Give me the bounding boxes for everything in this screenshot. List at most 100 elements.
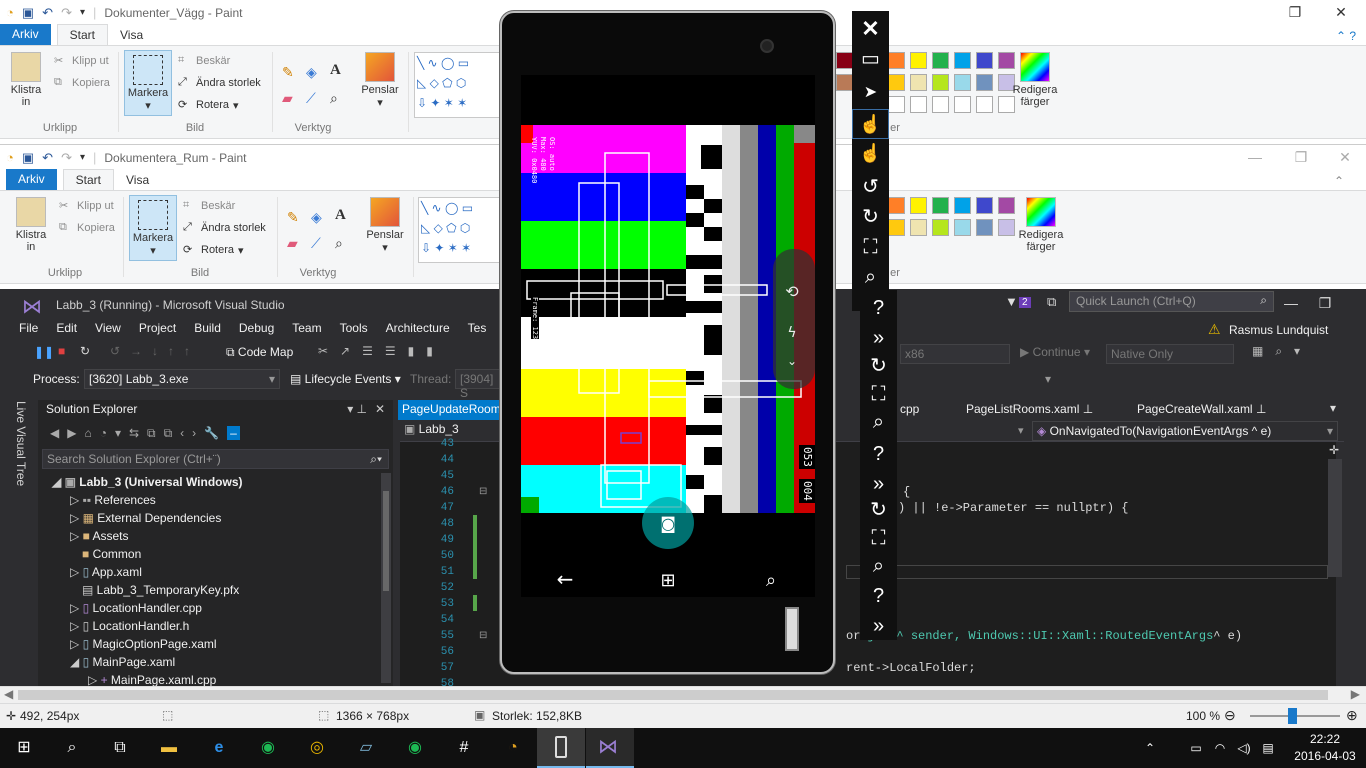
lifecycle-events-button[interactable]: ▤ Lifecycle Events ▾: [290, 372, 401, 386]
fill-icon[interactable]: ◈: [306, 64, 317, 81]
menu-file[interactable]: File: [10, 318, 47, 340]
color-palette[interactable]: [888, 197, 1028, 263]
notification-badge[interactable]: 2: [1019, 297, 1031, 308]
tree-item-app-xaml[interactable]: ▷ ▯ App.xaml: [38, 565, 379, 583]
paste-button[interactable]: Klistra in: [4, 52, 48, 108]
slack-icon[interactable]: #: [452, 736, 476, 760]
tree-item-location-h[interactable]: ▷ ▯ LocationHandler.h: [38, 619, 379, 637]
spotify-2-icon[interactable]: ◉: [403, 736, 427, 760]
magnifier-icon[interactable]: ⌕: [335, 235, 343, 252]
quick-launch-box[interactable]: Quick Launch (Ctrl+Q) ⌕: [1069, 291, 1274, 312]
restore-button[interactable]: ❐: [1272, 0, 1318, 25]
picker-icon[interactable]: ⟋: [311, 235, 321, 252]
tab-visa[interactable]: Visa: [114, 170, 161, 190]
phone-side-button[interactable]: [785, 607, 799, 651]
vs-restore-button[interactable]: ❐: [1302, 291, 1348, 316]
doc-tab-cpp[interactable]: cpp: [900, 402, 919, 416]
battery-icon[interactable]: ▭: [1184, 736, 1208, 760]
paste-button[interactable]: Klistra in: [9, 197, 53, 253]
brushes-button[interactable]: Penslar ▾: [361, 197, 409, 254]
visual-studio-taskbar-button[interactable]: ⋈: [586, 728, 634, 768]
rotate-right-icon[interactable]: ↻: [852, 203, 889, 231]
menu-project[interactable]: Project: [130, 318, 185, 340]
continue-button[interactable]: ▶ Continue ▾: [1020, 345, 1090, 359]
minimize-button[interactable]: —: [1232, 145, 1278, 170]
pin-icon[interactable]: ▾ ⊥: [347, 402, 367, 416]
menu-architecture[interactable]: Architecture: [377, 318, 459, 340]
back-button[interactable]: [535, 561, 595, 597]
cut-button[interactable]: ✂ Klipp ut: [54, 54, 109, 68]
text-icon[interactable]: A: [335, 207, 346, 224]
nav-project-dropdown[interactable]: ▣ Labb_3: [404, 422, 459, 436]
tab-visa[interactable]: Visa: [108, 25, 155, 45]
save-icon[interactable]: ▣: [22, 5, 34, 21]
restore-button[interactable]: ❐: [1278, 145, 1324, 170]
process-dropdown[interactable]: [3620] Labb_3.exe ▾: [84, 369, 280, 389]
zoom-out-button[interactable]: ⊖: [1224, 707, 1236, 724]
copy-button[interactable]: ⧉ Kopiera: [54, 76, 110, 90]
menu-test[interactable]: Tes: [459, 318, 496, 340]
tree-item-magicoption[interactable]: ▷ ▯ MagicOptionPage.xaml: [38, 637, 379, 655]
rotate-button[interactable]: ⟳ Rotera ▾: [183, 243, 244, 257]
single-touch-icon[interactable]: ☝: [852, 109, 889, 139]
start-button[interactable]: [638, 561, 698, 597]
search-button[interactable]: [741, 561, 801, 597]
tree-item-common[interactable]: ■ Common: [38, 547, 379, 565]
menu-team[interactable]: Team: [283, 318, 330, 340]
collapse-icon[interactable]: ⌃: [1334, 174, 1344, 188]
redo-icon[interactable]: ↷: [61, 150, 72, 166]
zoom-icon[interactable]: ⌕: [852, 263, 889, 291]
menu-edit[interactable]: Edit: [47, 318, 86, 340]
tree-scrollbar[interactable]: [381, 473, 391, 683]
tab-start[interactable]: Start: [56, 24, 109, 45]
rotate-left-icon[interactable]: ↺: [852, 173, 889, 201]
split-icon[interactable]: ✛: [1329, 443, 1339, 457]
ime-icon[interactable]: ▤: [1256, 736, 1280, 760]
edge-icon[interactable]: e: [207, 736, 231, 760]
menu-debug[interactable]: Debug: [230, 318, 283, 340]
notes-icon[interactable]: ▱: [354, 736, 378, 760]
phone-screen[interactable]: ⟲ ϟ ⌄ ◙ ← ⊞ ⌕ OS: auto Max: 480 YUV: 0x0…: [521, 75, 815, 597]
fit-screen-icon[interactable]: ⛶: [852, 233, 889, 261]
nav-member-dropdown[interactable]: ◈ OnNavigatedTo(NavigationEventArgs ^ e)…: [1032, 421, 1338, 441]
volume-icon[interactable]: ◁): [1232, 736, 1256, 760]
text-icon[interactable]: A: [330, 62, 341, 79]
customize-icon[interactable]: ▾: [80, 152, 85, 163]
stop-icon[interactable]: ■: [58, 344, 65, 358]
rotate-button[interactable]: ⟳ Rotera ▾: [178, 98, 239, 112]
fill-icon[interactable]: ◈: [311, 209, 322, 226]
menu-build[interactable]: Build: [185, 318, 230, 340]
select-button[interactable]: Markera ▾: [124, 50, 172, 116]
editor-scrollbar[interactable]: [1328, 459, 1342, 577]
file-explorer-icon[interactable]: ▬: [157, 736, 181, 760]
close-panel-icon[interactable]: ✕: [375, 402, 385, 416]
filter-icon[interactable]: ▼: [1005, 294, 1018, 309]
close-button[interactable]: ✕: [1322, 145, 1366, 170]
chrome-icon[interactable]: ◎: [305, 736, 329, 760]
paint-h-scrollbar[interactable]: ◀ ▶: [0, 686, 1366, 703]
crop-button[interactable]: ⌗ Beskär: [178, 54, 230, 68]
user-name[interactable]: Rasmus Lundquist: [1229, 323, 1328, 337]
more-tools-icon[interactable]: »: [860, 324, 897, 352]
eraser-icon[interactable]: ▰: [287, 235, 298, 252]
tree-root[interactable]: ◢ ▣ Labb_3 (Universal Windows): [38, 475, 379, 493]
network-icon[interactable]: ◠: [1208, 736, 1232, 760]
tree-item-pfx[interactable]: ▤ Labb_3_TemporaryKey.pfx: [38, 583, 379, 601]
tree-item-mainpage[interactable]: ◢ ▯ MainPage.xaml: [38, 655, 379, 673]
multi-touch-icon[interactable]: ☝: [852, 139, 889, 167]
native-only-dropdown[interactable]: Native Only: [1106, 344, 1234, 364]
pause-icon[interactable]: ❚❚: [34, 345, 54, 359]
brushes-button[interactable]: Penslar ▾: [356, 52, 404, 109]
menu-view[interactable]: View: [86, 318, 130, 340]
tree-item-location-cpp[interactable]: ▷ ▯ LocationHandler.cpp: [38, 601, 379, 619]
tree-item-references[interactable]: ▷ ▪▪ References: [38, 493, 379, 511]
spotify-icon[interactable]: ◉: [256, 736, 280, 760]
pointer-icon[interactable]: ➤: [852, 79, 889, 107]
collapse-icon[interactable]: ⊟: [479, 486, 487, 497]
crop-button[interactable]: ⌗ Beskär: [183, 199, 235, 213]
show-hidden-icons[interactable]: ⌃: [1138, 736, 1162, 760]
task-view-icon[interactable]: ⧉: [108, 736, 132, 760]
close-button[interactable]: ✕: [1318, 0, 1364, 25]
eraser-icon[interactable]: ▰: [282, 90, 293, 107]
tree-item-assets[interactable]: ▷ ■ Assets: [38, 529, 379, 547]
